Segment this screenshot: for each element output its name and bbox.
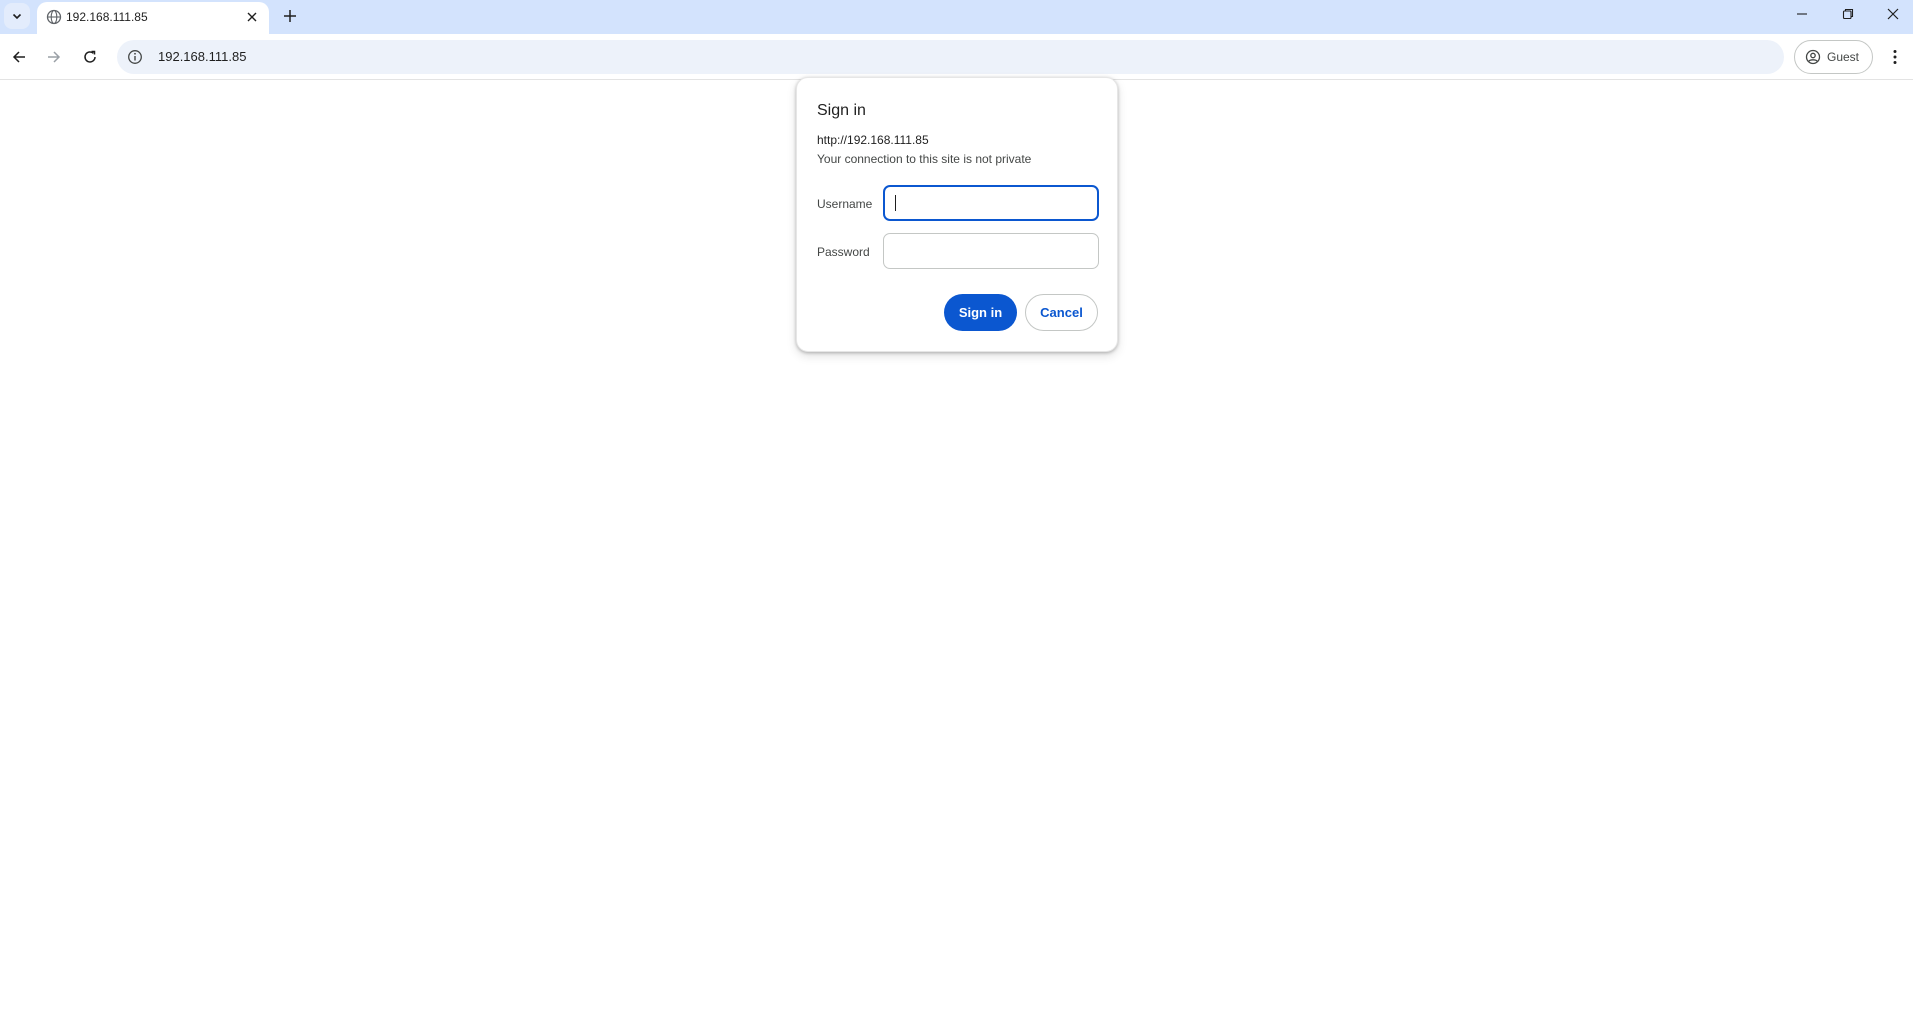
- plus-icon: [284, 10, 296, 22]
- password-label: Password: [817, 245, 870, 259]
- tab-strip: 192.168.111.85: [0, 0, 1913, 34]
- restore-button[interactable]: [1825, 0, 1871, 28]
- close-window-button[interactable]: [1870, 0, 1913, 28]
- minimize-button[interactable]: [1779, 0, 1825, 28]
- tab-close-button[interactable]: [243, 8, 261, 26]
- tab-search-button[interactable]: [4, 3, 30, 29]
- profile-label: Guest: [1827, 50, 1860, 64]
- tab-title: 192.168.111.85: [66, 10, 148, 24]
- new-tab-button[interactable]: [278, 4, 302, 28]
- address-text[interactable]: 192.168.111.85: [158, 49, 246, 65]
- sign-in-dialog: Sign in http://192.168.111.85 Your conne…: [796, 77, 1118, 352]
- close-icon: [1887, 8, 1899, 20]
- restore-icon: [1842, 8, 1854, 20]
- username-label: Username: [817, 197, 873, 211]
- close-icon: [247, 12, 257, 22]
- globe-icon: [46, 9, 62, 25]
- more-vertical-icon: [1893, 50, 1897, 64]
- reload-icon: [84, 50, 96, 63]
- password-input[interactable]: [883, 233, 1099, 269]
- reload-button[interactable]: [75, 42, 105, 72]
- sign-in-button[interactable]: Sign in: [944, 294, 1017, 331]
- dialog-title: Sign in: [817, 102, 866, 119]
- text-caret: [895, 195, 896, 211]
- browser-toolbar: 192.168.111.85 Guest: [0, 34, 1913, 80]
- dialog-origin: http://192.168.111.85: [817, 133, 929, 147]
- arrow-left-icon: [12, 51, 25, 63]
- profile-button[interactable]: Guest: [1794, 40, 1873, 74]
- active-tab[interactable]: 192.168.111.85: [37, 2, 269, 34]
- forward-button[interactable]: [39, 42, 69, 72]
- connection-warning: Your connection to this site is not priv…: [817, 152, 1032, 166]
- address-bar[interactable]: 192.168.111.85: [117, 40, 1784, 74]
- cancel-button[interactable]: Cancel: [1025, 294, 1098, 331]
- back-button[interactable]: [4, 42, 34, 72]
- minimize-icon: [1797, 13, 1807, 15]
- username-input[interactable]: [883, 185, 1099, 221]
- info-icon[interactable]: [127, 49, 143, 65]
- arrow-right-icon: [48, 51, 61, 63]
- chevron-down-icon: [12, 13, 22, 20]
- account-circle-icon: [1805, 49, 1821, 65]
- browser-menu-button[interactable]: [1882, 42, 1908, 72]
